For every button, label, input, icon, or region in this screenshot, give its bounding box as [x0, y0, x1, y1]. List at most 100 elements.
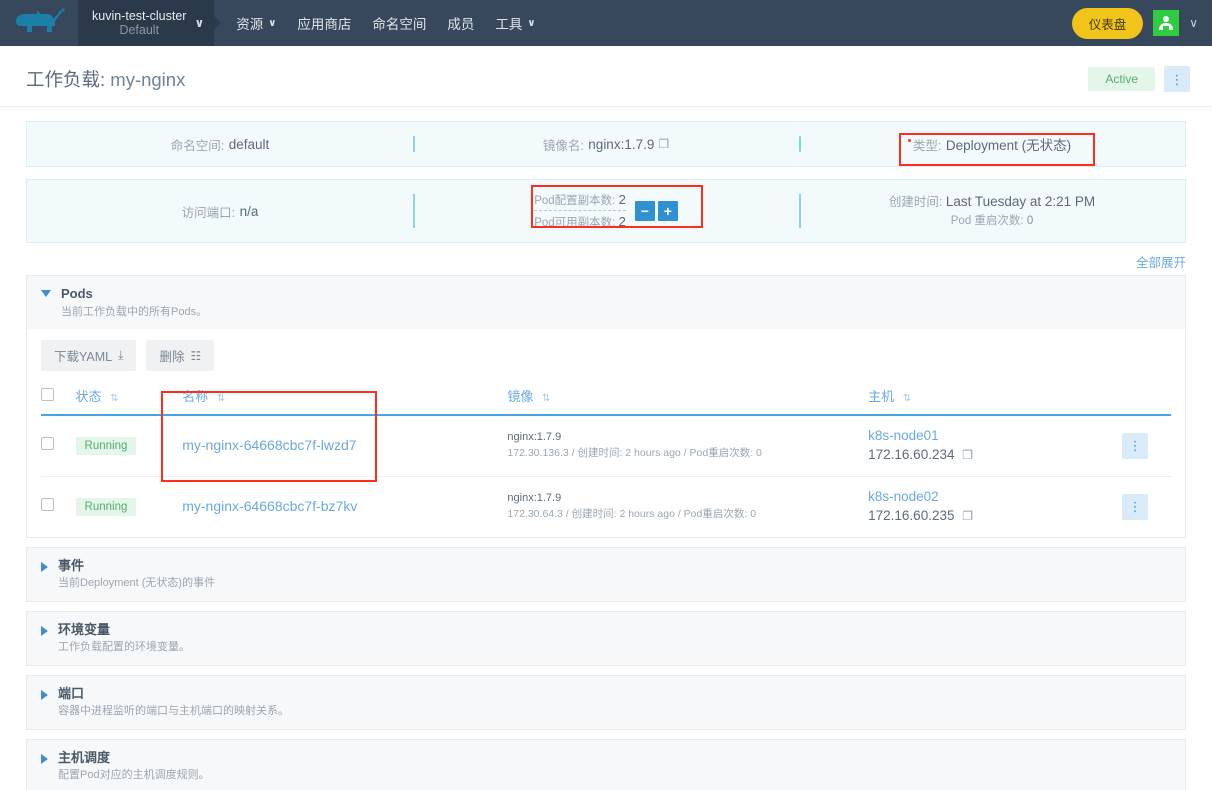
sort-icon: ⇅: [542, 393, 550, 404]
info-cell-created: 创建时间: Last Tuesday at 2:21 PM Pod 重启次数: …: [799, 180, 1185, 242]
cluster-environment: Default: [92, 23, 186, 37]
section-title: 环境变量: [58, 621, 190, 639]
kebab-icon: ⋮: [1129, 439, 1142, 452]
info-cell-namespace: 命名空间: default: [27, 122, 413, 166]
th-image[interactable]: 镜像 ⇅: [507, 382, 868, 415]
pod-host-ip-row: 172.16.60.234 ❐: [868, 446, 1118, 465]
replica-configured: Pod配置副本数: 2: [534, 192, 626, 211]
th-actions: [1122, 382, 1171, 415]
section-heading: 端口 容器中进程监听的端口与主机端口的映射关系。: [58, 685, 289, 720]
th-host[interactable]: 主机 ⇅: [868, 382, 1122, 415]
pods-table-head: 状态 ⇅ 名称 ⇅ 镜像 ⇅: [41, 382, 1171, 415]
info-cell-port: 访问端口: n/a: [27, 180, 413, 242]
dashboard-button[interactable]: 仪表盘: [1072, 8, 1144, 39]
section-ports-header[interactable]: 端口 容器中进程监听的端口与主机端口的映射关系。: [27, 676, 1185, 729]
cell-actions: ⋮: [1122, 476, 1171, 536]
pods-panel: Pods 当前工作负载中的所有Pods。 下载YAML ⤓ 删除 ☷: [26, 275, 1186, 538]
select-all-checkbox[interactable]: [41, 388, 54, 401]
pods-panel-desc: 当前工作负载中的所有Pods。: [61, 304, 207, 321]
copy-icon[interactable]: ❐: [962, 448, 973, 462]
page-header-actions: Active ⋮: [1088, 66, 1190, 92]
page-title-prefix: 工作负载:: [26, 69, 105, 90]
info-cell-type: 类型: Deployment (无状态): [799, 122, 1185, 166]
row-actions-menu-button[interactable]: ⋮: [1122, 494, 1148, 520]
th-host-label: 主机: [868, 389, 894, 404]
info-value: n/a: [240, 204, 259, 219]
nav-item-members[interactable]: 成员: [447, 13, 474, 33]
pod-host-name[interactable]: k8s-node02: [868, 488, 1118, 507]
download-yaml-button[interactable]: 下载YAML ⤓: [41, 340, 136, 371]
nav-item-tools[interactable]: 工具 ∨: [495, 13, 535, 33]
section-desc: 配置Pod对应的主机调度规则。: [58, 767, 210, 784]
section-events: 事件 当前Deployment (无状态)的事件: [26, 547, 1186, 602]
row-actions-menu-button[interactable]: ⋮: [1122, 433, 1148, 459]
replica-configured-label: Pod配置副本数:: [534, 195, 615, 207]
pods-panel-header[interactable]: Pods 当前工作负载中的所有Pods。: [27, 276, 1185, 329]
delete-label: 删除: [159, 346, 184, 365]
copy-icon[interactable]: ❐: [962, 509, 973, 523]
row-checkbox[interactable]: [41, 437, 54, 450]
pods-panel-title: Pods: [61, 285, 207, 303]
section-events-header[interactable]: 事件 当前Deployment (无状态)的事件: [27, 548, 1185, 601]
scale-down-button[interactable]: −: [635, 201, 655, 221]
info-label: 命名空间:: [171, 135, 224, 154]
th-name[interactable]: 名称 ⇅: [182, 382, 507, 415]
replica-configured-value: 2: [619, 192, 626, 207]
section-host-scheduling-header[interactable]: 主机调度 配置Pod对应的主机调度规则。: [27, 740, 1185, 790]
chevron-down-icon: ∨: [1189, 16, 1198, 30]
section-heading: 环境变量 工作负载配置的环境变量。: [58, 621, 190, 656]
nav-item-app-store[interactable]: 应用商店: [297, 13, 351, 33]
cell-name: my-nginx-64668cbc7f-bz7kv: [182, 476, 507, 536]
info-cell-image-name: 镜像名: nginx:1.7.9 ❐: [413, 122, 799, 166]
pod-name-link[interactable]: my-nginx-64668cbc7f-bz7kv: [182, 498, 357, 514]
created-info: 创建时间: Last Tuesday at 2:21 PM Pod 重启次数: …: [889, 192, 1095, 230]
replica-counts: Pod配置副本数: 2 Pod可用副本数: 2: [534, 192, 626, 230]
info-cell-replicas: Pod配置副本数: 2 Pod可用副本数: 2 − +: [413, 180, 799, 242]
delete-button[interactable]: 删除 ☷: [146, 340, 214, 371]
page-actions-menu-button[interactable]: ⋮: [1164, 66, 1190, 92]
sort-icon: ⇅: [110, 393, 118, 404]
nav-item-resources[interactable]: 资源 ∨: [236, 13, 276, 33]
pods-panel-heading: Pods 当前工作负载中的所有Pods。: [61, 285, 207, 320]
nav-item-label: 应用商店: [297, 13, 351, 33]
section-env-vars-header[interactable]: 环境变量 工作负载配置的环境变量。: [27, 612, 1185, 665]
triangle-down-icon: [41, 290, 51, 297]
info-label: 访问端口:: [182, 202, 235, 221]
row-checkbox[interactable]: [41, 498, 54, 511]
pod-host-name[interactable]: k8s-node01: [868, 427, 1118, 446]
page-content: 命名空间: default 镜像名: nginx:1.7.9 ❐ 类型: Dep…: [0, 121, 1212, 790]
restart-value: 0: [1027, 215, 1033, 227]
cell-select: [41, 415, 76, 476]
download-icon: ⤓: [118, 348, 123, 363]
kebab-icon: ⋮: [1129, 500, 1142, 513]
chevron-down-icon: ∨: [268, 18, 276, 29]
expand-all-link[interactable]: 全部展开: [1136, 252, 1186, 271]
nav-item-label: 资源: [236, 13, 263, 33]
cluster-selector[interactable]: kuvin-test-cluster Default ∨: [78, 0, 214, 46]
sort-icon: ⇅: [903, 393, 911, 404]
nav-right-group: 仪表盘 ∨: [1072, 0, 1212, 46]
nav-item-label: 成员: [447, 13, 474, 33]
chevron-down-icon: ∨: [194, 16, 204, 30]
pod-image-meta: 172.30.64.3 / 创建时间: 2 hours ago / Pod重启次…: [507, 507, 864, 522]
sort-icon: ⇅: [217, 393, 225, 404]
pod-image-meta: 172.30.136.3 / 创建时间: 2 hours ago / Pod重启…: [507, 446, 864, 461]
pod-name-link[interactable]: my-nginx-64668cbc7f-lwzd7: [182, 437, 356, 453]
th-image-label: 镜像: [507, 389, 533, 404]
status-badge: Running: [76, 437, 137, 455]
th-status[interactable]: 状态 ⇅: [76, 382, 183, 415]
status-badge: Running: [76, 498, 137, 516]
section-desc: 当前Deployment (无状态)的事件: [58, 575, 215, 592]
rhino-logo-icon: [12, 8, 66, 38]
nav-item-namespace[interactable]: 命名空间: [372, 13, 426, 33]
cell-status: Running: [76, 476, 183, 536]
scale-up-button[interactable]: +: [658, 201, 678, 221]
app-logo[interactable]: [0, 0, 78, 46]
avatar[interactable]: [1153, 10, 1179, 36]
created-line: 创建时间: Last Tuesday at 2:21 PM: [889, 192, 1095, 212]
copy-icon[interactable]: ❐: [658, 137, 669, 151]
info-label: 类型:: [913, 135, 941, 154]
restart-line: Pod 重启次数: 0: [889, 213, 1095, 230]
pod-host-ip: 172.16.60.234: [868, 447, 954, 462]
restart-label: Pod 重启次数:: [951, 215, 1024, 227]
